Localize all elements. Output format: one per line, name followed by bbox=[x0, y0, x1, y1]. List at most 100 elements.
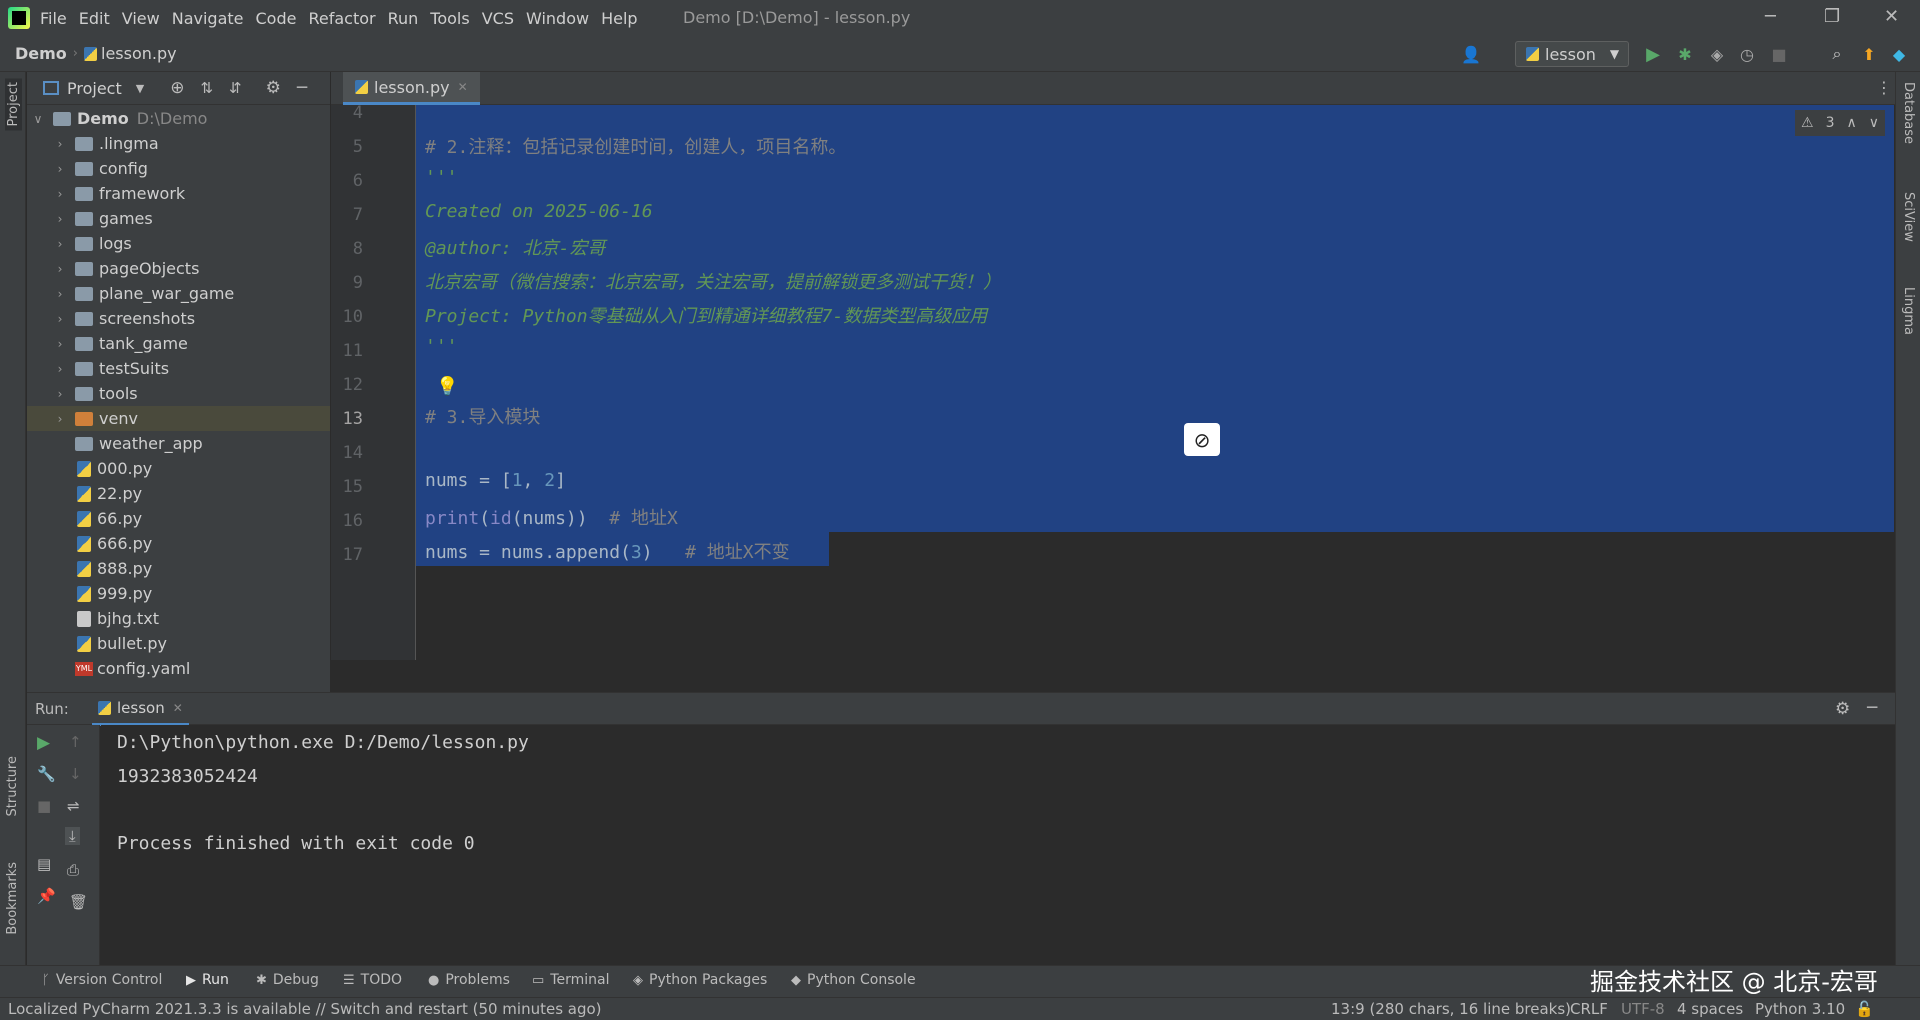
python-console-tool-button[interactable]: ◆ Python Console bbox=[791, 972, 916, 988]
version-control-button[interactable]: ᚴ Version Control bbox=[42, 972, 162, 988]
stop-icon[interactable]: ■ bbox=[1768, 43, 1790, 65]
menu-vcs[interactable]: VCS bbox=[482, 9, 514, 28]
user-icon[interactable]: 👤 bbox=[1460, 43, 1482, 65]
chevron-down-icon[interactable]: ∨ bbox=[1869, 115, 1879, 131]
lingma-tool-button[interactable]: Lingma bbox=[1901, 287, 1916, 335]
menu-help[interactable]: Help bbox=[601, 9, 637, 28]
scroll-to-end-icon[interactable]: ⤓ bbox=[65, 827, 80, 845]
tree-item[interactable]: weather_app bbox=[27, 431, 330, 456]
tree-item[interactable]: 22.py bbox=[27, 481, 330, 506]
lock-icon[interactable]: 🔓 bbox=[1855, 1000, 1874, 1018]
problems-tool-button[interactable]: ● Problems bbox=[428, 972, 510, 988]
run-tool-button[interactable]: ▶ Run bbox=[186, 972, 229, 988]
profile-icon[interactable]: ◷ bbox=[1736, 43, 1758, 65]
debug-tool-button[interactable]: ✱ Debug bbox=[256, 972, 319, 988]
tree-item[interactable]: › pageObjects bbox=[27, 256, 330, 281]
indent-setting[interactable]: 4 spaces bbox=[1677, 1000, 1743, 1018]
tree-item[interactable]: YML config.yaml bbox=[27, 656, 330, 681]
editor-tab-lesson[interactable]: lesson.py ✕ bbox=[343, 72, 480, 105]
tree-item[interactable]: › venv bbox=[27, 406, 330, 431]
todo-tool-button[interactable]: ☰ TODO bbox=[343, 972, 402, 988]
pin-icon[interactable]: 📌 bbox=[37, 887, 56, 905]
tree-item[interactable]: › testSuits bbox=[27, 356, 330, 381]
more-options-icon[interactable]: ⋮ bbox=[1876, 78, 1892, 97]
menu-navigate[interactable]: Navigate bbox=[172, 9, 244, 28]
coverage-icon[interactable]: ◈ bbox=[1706, 43, 1728, 65]
tree-item[interactable]: › .lingma bbox=[27, 131, 330, 156]
collapse-all-icon[interactable]: ⇵ bbox=[229, 79, 242, 97]
stop-icon[interactable]: ■ bbox=[37, 797, 51, 815]
tree-item[interactable]: 999.py bbox=[27, 581, 330, 606]
search-icon[interactable]: ⌕ bbox=[1826, 43, 1848, 65]
tree-item[interactable]: › tools bbox=[27, 381, 330, 406]
gear-icon[interactable]: ⚙ bbox=[1835, 699, 1850, 719]
chevron-up-icon[interactable]: ∧ bbox=[1846, 115, 1856, 131]
soft-wrap-icon[interactable]: ⇌ bbox=[67, 797, 80, 815]
wrench-icon[interactable]: 🔧 bbox=[37, 765, 56, 783]
caret-position[interactable]: 13:9 (280 chars, 16 line breaks) bbox=[1331, 1000, 1571, 1018]
tree-item[interactable]: › plane_war_game bbox=[27, 281, 330, 306]
menu-window[interactable]: Window bbox=[526, 9, 589, 28]
debug-icon[interactable]: ✱ bbox=[1674, 43, 1696, 65]
python-interpreter[interactable]: Python 3.10 bbox=[1755, 1000, 1845, 1018]
trash-icon[interactable]: 🗑 bbox=[69, 893, 88, 911]
tree-item[interactable]: › framework bbox=[27, 181, 330, 206]
print-icon[interactable]: ⎙ bbox=[67, 861, 79, 879]
sciview-tool-button[interactable]: SciView bbox=[1901, 192, 1916, 242]
terminal-tool-button[interactable]: ▭ Terminal bbox=[532, 972, 609, 988]
minimize-icon[interactable]: ─ bbox=[1765, 6, 1776, 27]
tree-item[interactable]: bjhg.txt bbox=[27, 606, 330, 631]
python-packages-tool-button[interactable]: ◈ Python Packages bbox=[633, 972, 767, 988]
inspection-widget[interactable]: ⚠ 3 ∧ ∨ bbox=[1795, 110, 1885, 136]
disable-icon[interactable]: ⊘ bbox=[1184, 423, 1220, 456]
run-tab-lesson[interactable]: lesson ✕ bbox=[92, 693, 189, 726]
layout-icon[interactable]: ▤ bbox=[37, 855, 51, 873]
close-tab-icon[interactable]: ✕ bbox=[173, 701, 183, 715]
menu-refactor[interactable]: Refactor bbox=[308, 9, 375, 28]
tree-item[interactable]: 000.py bbox=[27, 456, 330, 481]
arrow-down-icon[interactable]: ↓ bbox=[69, 765, 82, 783]
tree-item[interactable]: 888.py bbox=[27, 556, 330, 581]
project-view-label[interactable]: Project bbox=[67, 79, 122, 98]
locate-icon[interactable]: ⊕ bbox=[170, 78, 184, 98]
hide-icon[interactable]: ─ bbox=[1867, 698, 1877, 718]
project-tool-button[interactable]: Project bbox=[5, 78, 22, 131]
tree-item[interactable]: › config bbox=[27, 156, 330, 181]
menu-tools[interactable]: Tools bbox=[430, 9, 469, 28]
line-separator[interactable]: CRLF bbox=[1570, 1000, 1608, 1018]
chevron-down-icon[interactable]: ▼ bbox=[136, 82, 144, 95]
tree-item[interactable]: 66.py bbox=[27, 506, 330, 531]
close-window-icon[interactable]: ✕ bbox=[1884, 6, 1899, 27]
arrow-up-icon[interactable]: ↑ bbox=[69, 733, 82, 751]
run-icon[interactable]: ▶ bbox=[1642, 43, 1664, 65]
breadcrumb-project[interactable]: Demo bbox=[15, 44, 67, 63]
tree-item[interactable]: › tank_game bbox=[27, 331, 330, 356]
tree-item[interactable]: bullet.py bbox=[27, 631, 330, 656]
gear-icon[interactable]: ⚙ bbox=[266, 78, 281, 98]
menu-view[interactable]: View bbox=[122, 9, 160, 28]
bookmarks-tool-button[interactable]: Bookmarks bbox=[5, 862, 20, 935]
restore-icon[interactable]: ❐ bbox=[1824, 6, 1840, 27]
tree-item[interactable]: › games bbox=[27, 206, 330, 231]
status-message[interactable]: Localized PyCharm 2021.3.3 is available … bbox=[8, 1000, 602, 1018]
structure-tool-button[interactable]: Structure bbox=[5, 756, 20, 816]
menu-run[interactable]: Run bbox=[388, 9, 419, 28]
menu-file[interactable]: File bbox=[40, 9, 67, 28]
plugin-icon[interactable]: ◆ bbox=[1888, 43, 1910, 65]
update-icon[interactable]: ⬆ bbox=[1858, 43, 1880, 65]
hide-icon[interactable]: ─ bbox=[297, 78, 307, 98]
tree-item[interactable]: › logs bbox=[27, 231, 330, 256]
rerun-icon[interactable]: ▶ bbox=[37, 733, 50, 753]
expand-all-icon[interactable]: ⇅ bbox=[200, 79, 213, 97]
tree-item[interactable]: › screenshots bbox=[27, 306, 330, 331]
breadcrumb-file[interactable]: lesson.py bbox=[101, 44, 177, 63]
tree-item[interactable]: 666.py bbox=[27, 531, 330, 556]
file-encoding[interactable]: UTF-8 bbox=[1621, 1000, 1665, 1018]
menu-edit[interactable]: Edit bbox=[79, 9, 110, 28]
tree-root[interactable]: ∨ Demo D:\Demo bbox=[27, 106, 330, 131]
database-tool-button[interactable]: Database bbox=[1901, 82, 1916, 144]
run-config-selector[interactable]: lesson ▼ bbox=[1515, 41, 1629, 67]
menu-code[interactable]: Code bbox=[256, 9, 297, 28]
lightbulb-icon[interactable]: 💡 bbox=[436, 376, 458, 397]
close-tab-icon[interactable]: ✕ bbox=[458, 80, 468, 94]
